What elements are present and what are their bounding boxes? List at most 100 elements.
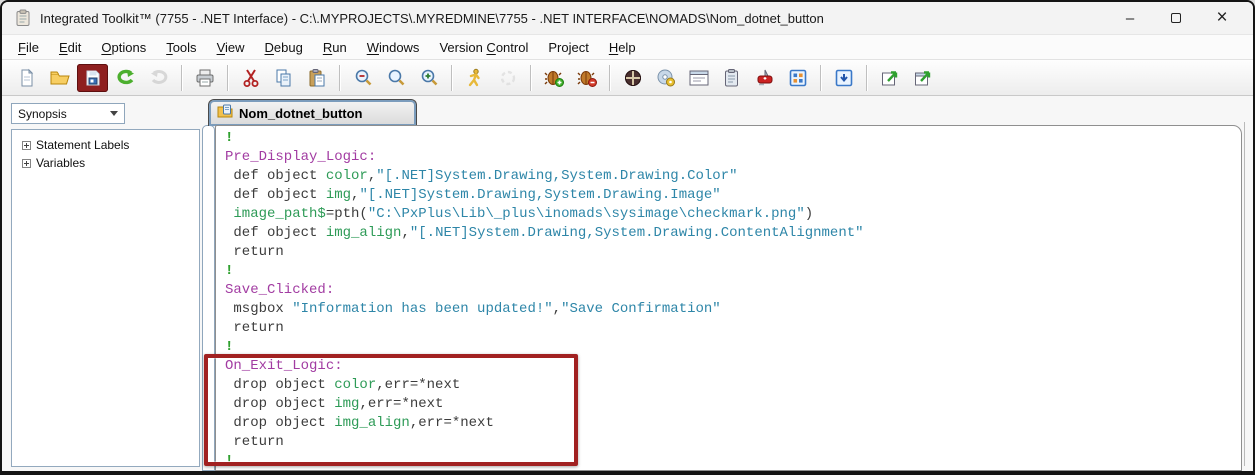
code-line: def object img_align,"[.NET]System.Drawi… — [225, 224, 1237, 243]
disc-icon — [656, 68, 676, 88]
print-icon — [194, 68, 216, 88]
toolbar-separator — [181, 65, 182, 91]
toolbar — [2, 59, 1253, 96]
toolbar-separator — [609, 65, 610, 91]
export-icon — [880, 68, 900, 88]
clipboard-icon — [722, 68, 742, 88]
toolbar-separator — [820, 65, 821, 91]
code-line: drop object img_align,err=*next — [225, 414, 1237, 433]
code-line: return — [225, 319, 1237, 338]
zoom-out-icon — [353, 68, 373, 88]
toolbar-separator — [866, 65, 867, 91]
open-folder-icon — [49, 68, 71, 88]
zoom-button[interactable] — [380, 64, 411, 92]
toolbar-separator — [339, 65, 340, 91]
minimize-button[interactable]: – — [1107, 3, 1153, 33]
zoom-icon — [386, 68, 406, 88]
export-window-button[interactable] — [874, 64, 905, 92]
menu-bar: FileEditOptionsToolsViewDebugRunWindowsV… — [2, 34, 1253, 59]
undo-icon — [115, 68, 137, 88]
menu-item-options[interactable]: Options — [91, 37, 156, 58]
menu-item-version-control[interactable]: Version Control — [429, 37, 538, 58]
menu-item-project[interactable]: Project — [538, 37, 598, 58]
bug-add-icon — [543, 68, 565, 88]
code-editor[interactable]: !Pre_Display_Logic: def object color,"[.… — [215, 125, 1242, 471]
open-button[interactable] — [44, 64, 75, 92]
menu-item-view[interactable]: View — [207, 37, 255, 58]
menu-item-tools[interactable]: Tools — [156, 37, 206, 58]
knife-icon — [755, 68, 775, 88]
print-button[interactable] — [189, 64, 220, 92]
cut-button[interactable] — [235, 64, 266, 92]
save-icon — [83, 68, 103, 88]
code-line: drop object img,err=*next — [225, 395, 1237, 414]
run-button[interactable] — [459, 64, 490, 92]
redo-icon — [148, 68, 170, 88]
copy-button[interactable] — [268, 64, 299, 92]
sphere-icon — [623, 68, 643, 88]
code-line: ! — [225, 338, 1237, 357]
code-line: Pre_Display_Logic: — [225, 148, 1237, 167]
app-icon — [14, 9, 32, 27]
maximize-button[interactable] — [1153, 3, 1199, 33]
utility-tool-button[interactable] — [749, 64, 780, 92]
code-line: def object color,"[.NET]System.Drawing,S… — [225, 167, 1237, 186]
copy-icon — [274, 68, 294, 88]
close-button[interactable]: × — [1199, 3, 1245, 33]
window-controls: – × — [1107, 3, 1245, 33]
toolbar-separator — [227, 65, 228, 91]
tab-nom-dotnet-button[interactable]: Nom_dotnet_button — [208, 99, 417, 126]
expand-plus-icon[interactable] — [22, 141, 31, 150]
dock-window-button[interactable] — [828, 64, 859, 92]
add-breakpoint-button[interactable] — [538, 64, 569, 92]
toolbar-separator — [451, 65, 452, 91]
menu-item-windows[interactable]: Windows — [357, 37, 430, 58]
tree-item-variables[interactable]: Variables — [16, 154, 195, 172]
new-file-button[interactable] — [11, 64, 42, 92]
zoom-out-button[interactable] — [347, 64, 378, 92]
menu-item-edit[interactable]: Edit — [49, 37, 91, 58]
export-run-window-button[interactable] — [907, 64, 938, 92]
vertical-scrollbar[interactable] — [1244, 122, 1245, 466]
menu-item-help[interactable]: Help — [599, 37, 646, 58]
cut-icon — [241, 68, 261, 88]
paste-icon — [307, 68, 327, 88]
code-line: ! — [225, 262, 1237, 281]
outline-tree-panel: Statement Labels Variables — [11, 129, 200, 467]
save-button[interactable] — [77, 64, 108, 92]
maximize-icon — [1171, 13, 1181, 23]
web-tool-button[interactable] — [617, 64, 648, 92]
synopsis-dropdown[interactable]: Synopsis — [11, 103, 125, 124]
editor-gutter[interactable] — [202, 125, 215, 471]
code-line: ! — [225, 129, 1237, 148]
menu-item-run[interactable]: Run — [313, 37, 357, 58]
expand-plus-icon[interactable] — [22, 159, 31, 168]
redo-button — [143, 64, 174, 92]
form-tool-button[interactable] — [683, 64, 714, 92]
remove-breakpoint-button[interactable] — [571, 64, 602, 92]
code-line: msgbox "Information has been updated!","… — [225, 300, 1237, 319]
code-line: ! — [225, 452, 1237, 471]
code-line: drop object color,err=*next — [225, 376, 1237, 395]
code-line: Save_Clicked: — [225, 281, 1237, 300]
zoom-in-button[interactable] — [413, 64, 444, 92]
code-line: image_path$=pth("C:\PxPlus\Lib\_plus\ino… — [225, 205, 1237, 224]
dock-icon — [834, 68, 854, 88]
menu-item-debug[interactable]: Debug — [255, 37, 313, 58]
tree-item-label: Variables — [36, 156, 85, 170]
disc-tool-button[interactable] — [650, 64, 681, 92]
new-file-icon — [17, 68, 37, 88]
toolbar-separator — [530, 65, 531, 91]
tree-item-statement-labels[interactable]: Statement Labels — [16, 136, 195, 154]
code-line: On_Exit_Logic: — [225, 357, 1237, 376]
chevron-down-icon — [110, 111, 118, 116]
panel-icon — [788, 68, 808, 88]
synopsis-dropdown-value: Synopsis — [18, 107, 67, 121]
clipboard-tool-button[interactable] — [716, 64, 747, 92]
tree-item-label: Statement Labels — [36, 138, 129, 152]
undo-button[interactable] — [110, 64, 141, 92]
panel-designer-button[interactable] — [782, 64, 813, 92]
menu-item-file[interactable]: File — [8, 37, 49, 58]
refresh-button — [492, 64, 523, 92]
paste-button[interactable] — [301, 64, 332, 92]
